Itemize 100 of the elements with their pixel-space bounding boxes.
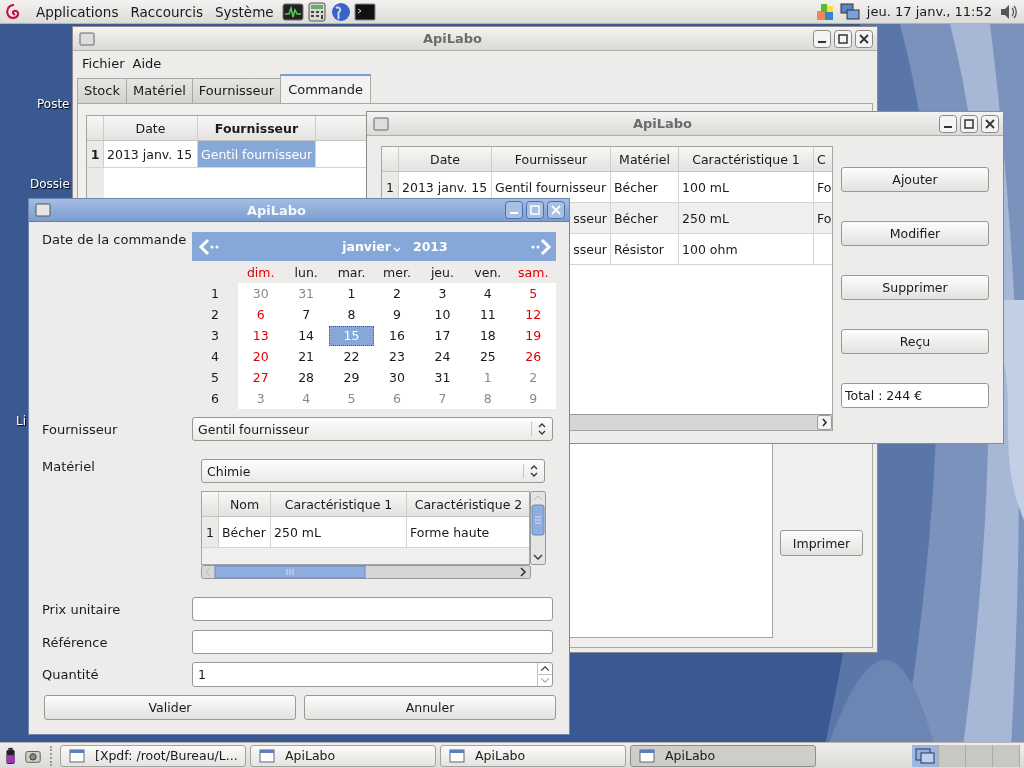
calendar-day[interactable]: 7 bbox=[419, 388, 465, 409]
calendar-day[interactable]: 10 bbox=[419, 304, 465, 325]
calendar-day[interactable]: 2 bbox=[374, 283, 420, 304]
close-button[interactable] bbox=[981, 114, 999, 133]
column-header[interactable]: Nom bbox=[219, 492, 271, 516]
calendar-day[interactable]: 8 bbox=[465, 388, 511, 409]
desktop-icon-label[interactable]: Li bbox=[16, 414, 27, 428]
calendar-day[interactable]: 12 bbox=[510, 304, 556, 325]
action-button[interactable]: Supprimer bbox=[841, 275, 989, 300]
calendar-day[interactable]: 24 bbox=[419, 346, 465, 367]
taskbar-button[interactable]: ApiLabo bbox=[630, 744, 816, 767]
input-field[interactable] bbox=[192, 597, 553, 621]
minimize-button[interactable] bbox=[813, 29, 831, 48]
calendar-day[interactable]: 3 bbox=[238, 388, 284, 409]
scroll-right-icon[interactable] bbox=[817, 415, 832, 430]
calendar-day[interactable]: 5 bbox=[329, 388, 375, 409]
calendar-day[interactable]: 28 bbox=[283, 367, 329, 388]
vertical-scrollbar[interactable] bbox=[530, 491, 546, 565]
panel-menu[interactable]: Applications bbox=[36, 3, 119, 20]
calendar-day[interactable]: 11 bbox=[465, 304, 511, 325]
calendar-day[interactable]: 5 bbox=[510, 283, 556, 304]
column-header[interactable]: Date bbox=[104, 116, 198, 140]
calendar-day[interactable]: 1 bbox=[329, 283, 375, 304]
table-cell[interactable]: Bécher bbox=[219, 517, 271, 547]
close-button[interactable] bbox=[547, 201, 565, 219]
column-header[interactable]: Date bbox=[399, 147, 492, 171]
column-header[interactable]: Fournisseur bbox=[198, 116, 316, 140]
calendar-day[interactable]: 21 bbox=[283, 346, 329, 367]
dialog-button[interactable]: Valider bbox=[44, 695, 296, 720]
calendar-day[interactable]: 20 bbox=[238, 346, 284, 367]
print-button[interactable]: Imprimer bbox=[780, 530, 863, 556]
dialog-button[interactable]: Annuler bbox=[304, 695, 556, 720]
calendar-day[interactable]: 31 bbox=[419, 367, 465, 388]
action-button[interactable]: Reçu bbox=[841, 329, 989, 354]
calendar-day[interactable]: 30 bbox=[374, 367, 420, 388]
calendar-day[interactable]: 14 bbox=[283, 325, 329, 346]
maximize-button[interactable] bbox=[960, 114, 978, 133]
horizontal-scrollbar[interactable] bbox=[201, 565, 531, 579]
action-button[interactable]: Modifier bbox=[841, 221, 989, 246]
maximize-button[interactable] bbox=[526, 201, 544, 219]
quantity-spinbox[interactable]: 1 bbox=[192, 662, 553, 687]
taskbar-button[interactable]: ApiLabo bbox=[440, 744, 626, 767]
minimize-button[interactable] bbox=[939, 114, 957, 133]
calendar-day[interactable]: 13 bbox=[238, 325, 284, 346]
terminal-icon[interactable] bbox=[353, 1, 376, 22]
window-icon[interactable] bbox=[35, 203, 51, 217]
row-number[interactable]: 1 bbox=[87, 141, 104, 167]
calendar-day[interactable]: 6 bbox=[238, 304, 284, 325]
calendar-day[interactable]: 23 bbox=[374, 346, 420, 367]
calendar-day[interactable]: 25 bbox=[465, 346, 511, 367]
table-cell[interactable]: 250 mL bbox=[271, 517, 407, 547]
tab[interactable]: Fournisseur bbox=[191, 78, 282, 103]
calendar-day[interactable]: 26 bbox=[510, 346, 556, 367]
menu-item[interactable]: Aide bbox=[128, 55, 166, 71]
column-header[interactable]: Matériel bbox=[611, 147, 679, 171]
tab[interactable]: Commande bbox=[280, 74, 371, 103]
calendar-day[interactable]: 18 bbox=[465, 325, 511, 346]
calculator-icon[interactable] bbox=[305, 1, 328, 22]
calendar-day[interactable]: 29 bbox=[329, 367, 375, 388]
action-button[interactable]: Ajouter bbox=[841, 167, 989, 192]
calendar-day[interactable]: 19 bbox=[510, 325, 556, 346]
network-icon[interactable] bbox=[838, 1, 861, 22]
panel-clock[interactable]: jeu. 17 janv., 11:52 bbox=[866, 4, 992, 19]
menu-item[interactable]: Fichier bbox=[78, 55, 129, 71]
workspace-button[interactable] bbox=[912, 744, 939, 767]
tab[interactable]: Matériel bbox=[126, 78, 193, 103]
close-button[interactable] bbox=[855, 29, 873, 48]
minimize-button[interactable] bbox=[505, 201, 523, 219]
column-header[interactable]: Fournisseur bbox=[492, 147, 611, 171]
calendar-day[interactable]: 8 bbox=[329, 304, 375, 325]
calendar-day[interactable]: 17 bbox=[419, 325, 465, 346]
desktop-icon-label[interactable]: Poste bbox=[37, 97, 70, 111]
input-field[interactable] bbox=[192, 630, 553, 654]
calendar-day[interactable]: 4 bbox=[465, 283, 511, 304]
tab[interactable]: Stock bbox=[77, 78, 127, 103]
swirl-logo-icon[interactable] bbox=[4, 2, 22, 21]
system-monitor-icon[interactable] bbox=[281, 1, 304, 22]
maximize-button[interactable] bbox=[834, 29, 852, 48]
category-dropdown[interactable]: Chimie bbox=[201, 459, 545, 483]
calendar-day[interactable]: 27 bbox=[238, 367, 284, 388]
taskbar-button[interactable]: [Xpdf: /root/Bureau/L... bbox=[60, 744, 246, 767]
calendar-day[interactable]: 16 bbox=[374, 325, 420, 346]
calendar-day[interactable]: 6 bbox=[374, 388, 420, 409]
calendar-day[interactable]: 9 bbox=[510, 388, 556, 409]
spin-arrows-icon[interactable] bbox=[537, 663, 552, 686]
column-header[interactable]: Caractéristique 1 bbox=[271, 492, 407, 516]
panel-menu[interactable]: Système bbox=[214, 3, 274, 20]
calendar-day[interactable]: 22 bbox=[329, 346, 375, 367]
desktop-icon-label[interactable]: Dossie bbox=[30, 177, 70, 191]
calendar-day[interactable]: 2 bbox=[510, 367, 556, 388]
taskbar-button[interactable]: ApiLabo bbox=[250, 744, 436, 767]
calendar-day[interactable]: 9 bbox=[374, 304, 420, 325]
column-header[interactable]: C bbox=[814, 147, 832, 171]
globe-icon[interactable] bbox=[329, 1, 352, 22]
panel-menu[interactable]: Raccourcis bbox=[130, 3, 203, 20]
calendar-day[interactable]: 7 bbox=[283, 304, 329, 325]
supplier-dropdown[interactable]: Gentil fournisseur bbox=[192, 417, 553, 441]
column-header[interactable]: Caractéristique 1 bbox=[679, 147, 814, 171]
calendar-day[interactable]: 3 bbox=[419, 283, 465, 304]
calendar-day[interactable]: 30 bbox=[238, 283, 284, 304]
